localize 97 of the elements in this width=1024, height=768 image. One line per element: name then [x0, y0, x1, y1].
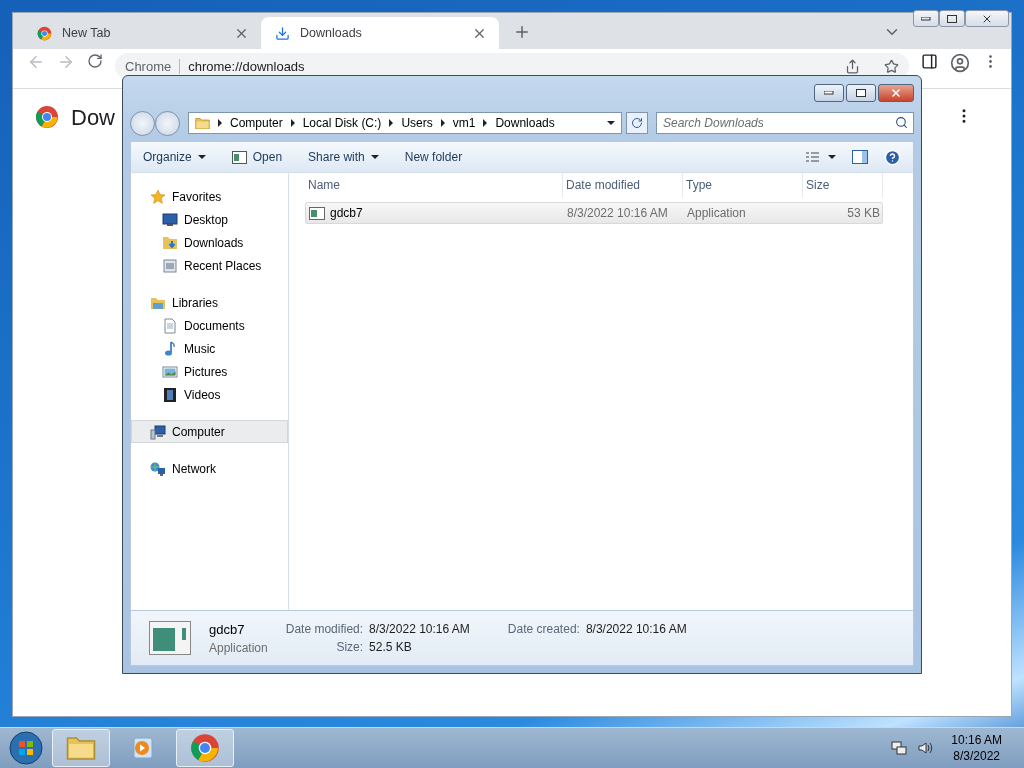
- nav-item[interactable]: Music: [131, 337, 288, 360]
- file-name: gdcb7: [209, 621, 246, 637]
- minimize-button[interactable]: [814, 84, 844, 102]
- reload-button[interactable]: [87, 53, 103, 69]
- detail-label: Size:: [335, 640, 364, 654]
- column-header[interactable]: Type: [683, 173, 803, 197]
- toolbar-button[interactable]: Open: [231, 150, 283, 164]
- clock[interactable]: 10:16 AM 8/3/2022: [951, 732, 1002, 764]
- detail-value: 8/3/2022 10:16 AM: [369, 622, 470, 636]
- toolbar-button[interactable]: Organize: [143, 150, 206, 164]
- nav-item[interactable]: Libraries: [131, 291, 288, 314]
- taskbar-button[interactable]: [176, 729, 234, 767]
- close-button[interactable]: [965, 10, 1009, 27]
- minimize-icon: [824, 91, 834, 95]
- page-title: Dow: [71, 105, 115, 131]
- nav-item[interactable]: Computer: [131, 420, 288, 443]
- star-icon: [150, 188, 166, 205]
- profile-icon[interactable]: [950, 53, 970, 73]
- chrome-logo: [35, 105, 59, 129]
- chevron-icon: [440, 119, 445, 127]
- search-field[interactable]: Search Downloads: [656, 112, 914, 134]
- help-button[interactable]: [884, 148, 901, 166]
- side-panel-icon[interactable]: [921, 53, 938, 70]
- breadcrumb-item[interactable]: vm1: [452, 116, 476, 130]
- nav-item[interactable]: Desktop: [131, 208, 288, 231]
- preview-pane-button[interactable]: [852, 150, 868, 164]
- music-note-icon: [162, 340, 178, 357]
- chrome-logo: [190, 733, 220, 763]
- folder-icon: [66, 735, 96, 761]
- close-button[interactable]: [878, 84, 914, 102]
- refresh-icon: [631, 117, 643, 129]
- minimize-icon: [921, 16, 931, 21]
- search-icon: [895, 116, 908, 129]
- preview-pane-icon: [852, 150, 868, 164]
- column-header[interactable]: Name: [305, 173, 563, 197]
- dropdown-icon[interactable]: [607, 121, 615, 125]
- detail-value: 8/3/2022 10:16 AM: [585, 622, 687, 636]
- nav-item[interactable]: Downloads: [131, 231, 288, 254]
- toolbar-button[interactable]: Share with: [308, 150, 379, 164]
- bookmark-star-icon[interactable]: [884, 58, 899, 74]
- nav-item[interactable]: Videos: [131, 383, 288, 406]
- browser-tab[interactable]: Downloads: [261, 17, 499, 49]
- breadcrumb-item[interactable]: Users: [401, 116, 433, 130]
- document-icon: [162, 317, 178, 334]
- detail-label: Date created:: [507, 622, 580, 636]
- address-bar[interactable]: Computer Local Disk (C:) Users vm1 Downloads: [188, 112, 622, 134]
- folder-icon: [195, 116, 210, 130]
- dropdown-icon: [197, 155, 206, 159]
- help-icon: [884, 148, 901, 166]
- media-player-icon: [130, 735, 156, 761]
- maximize-icon: [856, 89, 866, 97]
- maximize-button[interactable]: [846, 84, 876, 102]
- download-icon: [275, 25, 290, 41]
- nav-item[interactable]: Pictures: [131, 360, 288, 383]
- breadcrumb-item[interactable]: Local Disk (C:): [302, 116, 382, 130]
- file-type: Application: [209, 640, 268, 655]
- chevron-icon: [290, 119, 295, 127]
- nav-item[interactable]: Recent Places: [131, 254, 288, 277]
- application-icon: [309, 206, 325, 220]
- dropdown-icon: [828, 155, 836, 159]
- refresh-button[interactable]: [626, 112, 648, 134]
- chevron-icon: [389, 119, 394, 127]
- monitor-icon: [162, 211, 178, 228]
- minimize-button[interactable]: [913, 10, 939, 27]
- dropdown-icon: [370, 155, 379, 159]
- new-tab-button[interactable]: [513, 23, 531, 41]
- view-options-button[interactable]: [805, 151, 836, 163]
- network-icon[interactable]: [891, 740, 908, 756]
- application-icon: [149, 621, 191, 655]
- detail-value: 52.5 KB: [369, 640, 413, 654]
- list-view-icon: [805, 151, 820, 163]
- recent-places-icon: [162, 257, 178, 274]
- column-header[interactable]: Date modified: [563, 173, 683, 197]
- file-row[interactable]: gdcb7 8/3/2022 10:16 AM Application 53 KB: [305, 202, 883, 224]
- maximize-icon: [947, 14, 957, 23]
- speaker-icon[interactable]: [917, 740, 934, 756]
- download-folder-icon: [162, 234, 178, 251]
- detail-label: Date modified:: [285, 622, 364, 636]
- breadcrumb-item[interactable]: Downloads: [495, 116, 555, 130]
- picture-icon: [162, 363, 178, 380]
- maximize-button[interactable]: [939, 10, 965, 27]
- share-icon[interactable]: [845, 58, 860, 74]
- application-icon: [231, 150, 247, 164]
- computer-icon: [150, 423, 166, 440]
- network-icon: [150, 460, 166, 477]
- breadcrumb-item[interactable]: Computer: [230, 116, 283, 130]
- film-icon: [162, 386, 178, 403]
- chevron-icon: [483, 119, 488, 127]
- column-header[interactable]: Size: [803, 173, 883, 197]
- toolbar-button[interactable]: New folder: [404, 150, 463, 164]
- chevron-icon: [218, 119, 222, 127]
- nav-item[interactable]: Network: [131, 457, 288, 480]
- browser-tab[interactable]: New Tab: [23, 17, 261, 49]
- nav-item[interactable]: Documents: [131, 314, 288, 337]
- chrome-logo: [37, 25, 52, 41]
- nav-item[interactable]: Favorites: [131, 185, 288, 208]
- close-icon: [890, 87, 902, 99]
